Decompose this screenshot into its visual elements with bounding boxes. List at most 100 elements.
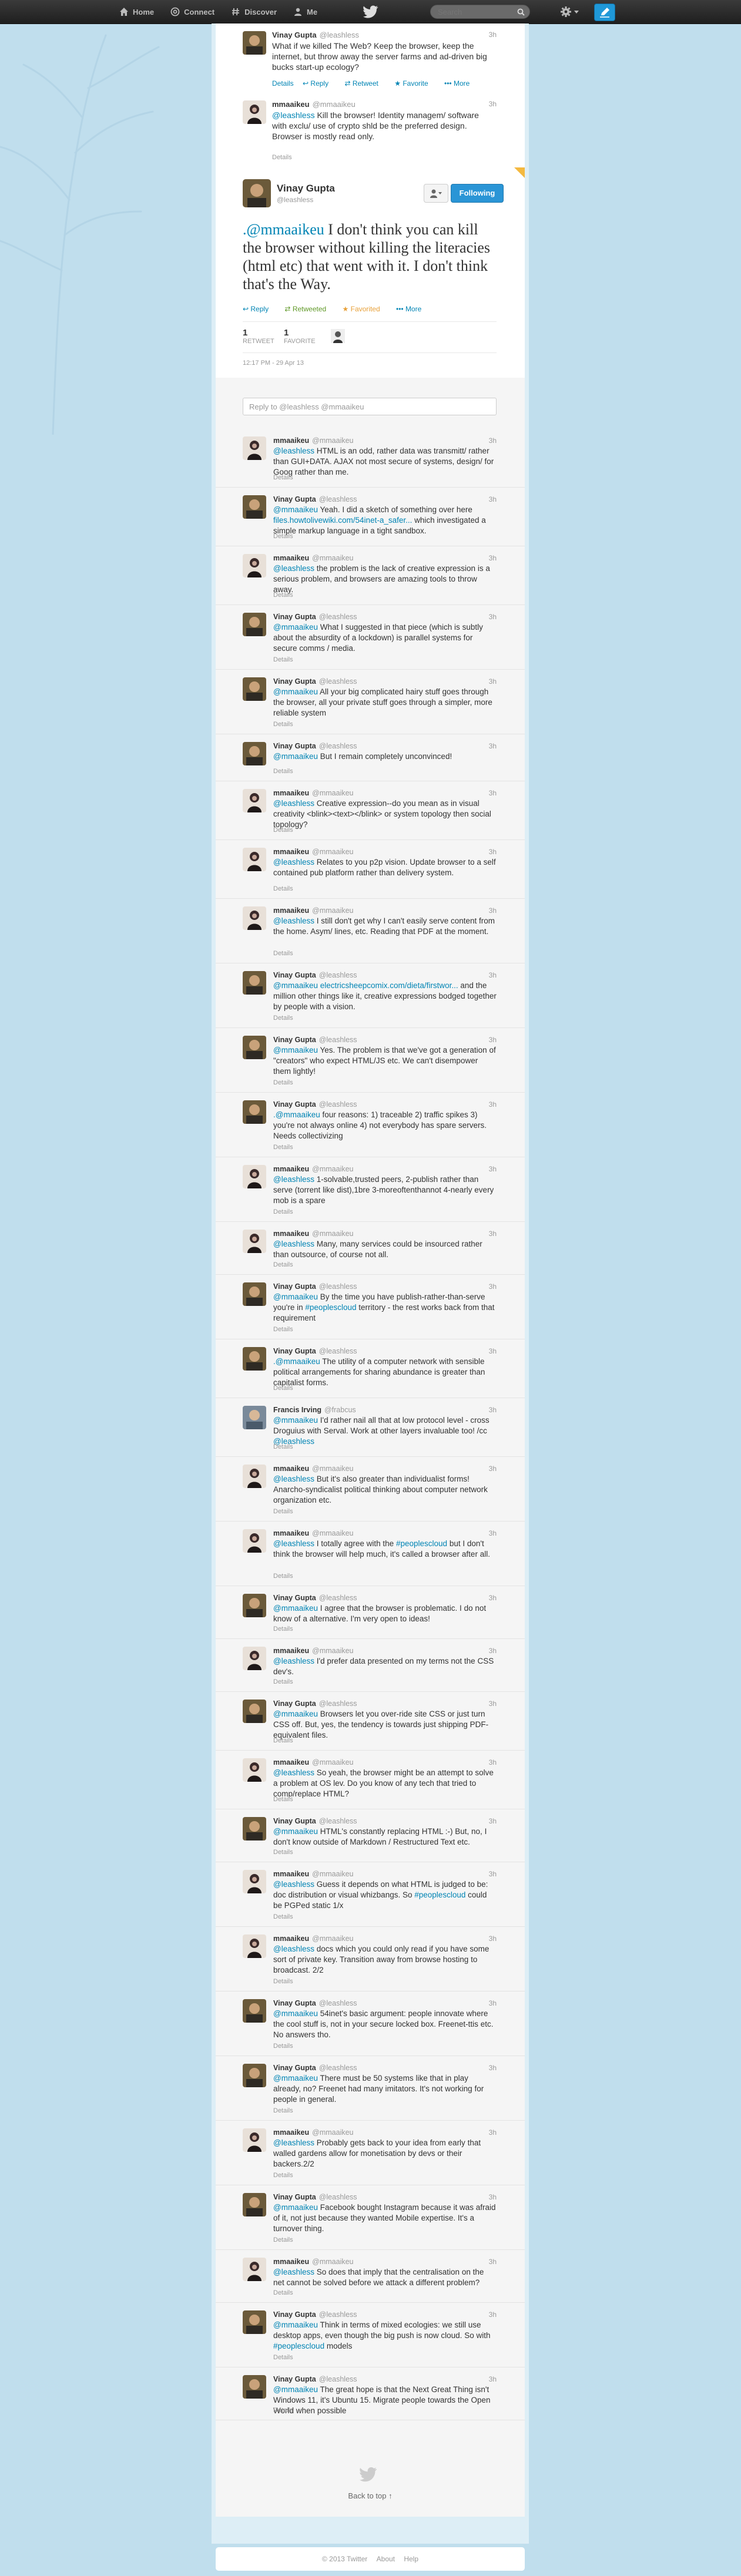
avatar[interactable] — [243, 848, 266, 871]
author-name[interactable]: Vinay Gupta — [273, 1036, 316, 1044]
author-username[interactable]: @leashless — [319, 495, 357, 503]
more-action[interactable]: ••• More — [444, 79, 477, 88]
details-link[interactable]: Details — [273, 2172, 293, 2179]
reply-tweet[interactable]: mmaaikeu @mmaaikeu 3h @leashless docs which… — [216, 1926, 525, 1991]
avatar[interactable] — [243, 2064, 266, 2087]
tweet-time[interactable]: 3h — [489, 789, 497, 797]
avatar[interactable] — [243, 179, 271, 207]
author-username[interactable]: @leashless — [319, 1999, 357, 2007]
reply-tweet[interactable]: mmaaikeu @mmaaikeu 3h @leashless I totally … — [216, 1521, 525, 1586]
avatar[interactable] — [243, 1999, 266, 2023]
avatar[interactable] — [243, 1465, 266, 1488]
reply-action[interactable]: ↩ Reply — [243, 305, 276, 313]
avatar[interactable] — [243, 613, 266, 636]
author-username[interactable]: @mmaaikeu — [312, 848, 353, 856]
tweet-time[interactable]: 3h — [489, 31, 497, 39]
compose-tweet-button[interactable] — [594, 4, 615, 21]
author-name[interactable]: Vinay Gupta — [273, 2064, 316, 2072]
reply-tweet[interactable]: Vinay Gupta @leashless 3h .@mmaaikeu four r… — [216, 1092, 525, 1157]
nav-connect[interactable]: Connect — [170, 7, 214, 16]
author-username[interactable]: @mmaaikeu — [312, 1647, 353, 1655]
author-name[interactable]: Vinay Gupta — [273, 742, 316, 750]
details-link[interactable]: Details — [272, 154, 292, 161]
reply-tweet[interactable]: mmaaikeu @mmaaikeu 3h @leashless I'd prefer… — [216, 1638, 525, 1692]
avatar[interactable] — [243, 1594, 266, 1617]
retweet-action[interactable]: ⇄ Retweeted — [284, 305, 333, 313]
author-username[interactable]: @leashless — [319, 971, 357, 979]
details-link[interactable]: Details — [273, 768, 293, 775]
author-username[interactable]: @mmaaikeu — [312, 1934, 353, 1943]
reply-tweet[interactable]: Vinay Gupta @leashless 3h @mmaaikeu But I r… — [216, 734, 525, 781]
author-name[interactable]: Francis Irving — [273, 1406, 321, 1414]
author-name[interactable]: mmaaikeu — [273, 2128, 309, 2137]
author-name[interactable]: Vinay Gupta — [273, 677, 316, 686]
author-name[interactable]: mmaaikeu — [273, 1934, 309, 1943]
favorite-count[interactable]: 1 FAVORITE — [284, 328, 316, 345]
reply-tweet[interactable]: Vinay Gupta @leashless 3h @mmaaikeu Think i… — [216, 2302, 525, 2367]
author-username[interactable]: @leashless — [319, 613, 357, 621]
author-name[interactable]: Vinay Gupta — [273, 495, 316, 503]
author-name[interactable]: mmaaikeu — [273, 1529, 309, 1537]
avatar[interactable] — [243, 677, 266, 701]
author-name[interactable]: mmaaikeu — [273, 1870, 309, 1878]
author-username[interactable]: @leashless — [320, 31, 359, 39]
author-username[interactable]: @leashless — [319, 2193, 357, 2201]
details-link[interactable]: Details — [273, 2107, 293, 2114]
reply-tweet[interactable]: Vinay Gupta @leashless 3h @mmaaikeu Faceboo… — [216, 2185, 525, 2250]
tweet-item[interactable]: Vinay Gupta @leashless 3h What if we kill… — [216, 23, 525, 93]
author-username[interactable]: @leashless — [319, 1100, 357, 1109]
reply-tweet[interactable]: mmaaikeu @mmaaikeu 3h @leashless Probably g… — [216, 2120, 525, 2185]
author-username[interactable]: @leashless — [319, 2064, 357, 2072]
tweet-time[interactable]: 3h — [489, 1870, 497, 1878]
tweet-time[interactable]: 3h — [489, 1165, 497, 1173]
avatar[interactable] — [243, 971, 266, 995]
details-link[interactable]: Details — [273, 1849, 293, 1856]
author-name[interactable]: mmaaikeu — [272, 100, 310, 109]
retweet-action[interactable]: ⇄ Retweet — [344, 79, 385, 88]
details-link[interactable]: Details — [273, 1737, 293, 1744]
author-username[interactable]: @mmaaikeu — [312, 1529, 353, 1537]
reply-tweet[interactable]: mmaaikeu @mmaaikeu 3h @leashless So does th… — [216, 2249, 525, 2303]
reply-tweet[interactable]: Vinay Gupta @leashless 3h @mmaaikeu HTML's … — [216, 1809, 525, 1862]
tweet-time[interactable]: 3h — [489, 1529, 497, 1537]
details-link[interactable]: Details — [273, 656, 293, 663]
author-username[interactable]: @mmaaikeu — [312, 1165, 353, 1173]
author-name[interactable]: mmaaikeu — [273, 2258, 309, 2266]
tweet-time[interactable]: 3h — [489, 2128, 497, 2137]
details-link[interactable]: Details — [273, 1678, 293, 1685]
details-link[interactable]: Details — [273, 2043, 293, 2050]
details-link[interactable]: Details — [273, 1079, 293, 1086]
reply-input[interactable]: Reply to @leashless @mmaaikeu — [243, 398, 497, 415]
tweet-time[interactable]: 3h — [489, 1230, 497, 1238]
author-name[interactable]: mmaaikeu — [273, 789, 309, 797]
tweet-time[interactable]: 3h — [489, 1036, 497, 1044]
reply-tweet[interactable]: Vinay Gupta @leashless 3h @mmaaikeu The gre… — [216, 2367, 525, 2420]
reply-tweet[interactable]: mmaaikeu @mmaaikeu 3h @leashless So yeah, t… — [216, 1750, 525, 1809]
author-name[interactable]: Vinay Gupta — [273, 1817, 316, 1825]
author-username[interactable]: @mmaaikeu — [312, 2258, 353, 2266]
author-username[interactable]: @mmaaikeu — [312, 2128, 353, 2137]
avatar[interactable] — [243, 1700, 266, 1723]
reply-tweet[interactable]: mmaaikeu @mmaaikeu 3h @leashless I still do… — [216, 898, 525, 963]
author-username[interactable]: @leashless — [319, 2375, 357, 2383]
avatar[interactable] — [243, 1934, 266, 1958]
details-link[interactable]: Details — [273, 533, 293, 540]
author-name[interactable]: Vinay Gupta — [273, 1594, 316, 1602]
tweet-time[interactable]: 3h — [489, 742, 497, 750]
author-name[interactable]: Vinay Gupta — [273, 2193, 316, 2201]
reply-tweet[interactable]: mmaaikeu @mmaaikeu 3h @leashless HTML is an… — [216, 428, 525, 488]
gear-icon[interactable] — [560, 6, 572, 18]
favoriter-avatar[interactable] — [331, 329, 345, 343]
details-link[interactable]: Details — [273, 1573, 293, 1580]
author-username[interactable]: @mmaaikeu — [312, 1230, 353, 1238]
reply-tweet[interactable]: Vinay Gupta @leashless 3h @mmaaikeu electri… — [216, 963, 525, 1028]
tweet-item[interactable]: mmaaikeu @mmaaikeu 3h @leashless Kill the… — [216, 93, 525, 168]
search-icon[interactable] — [517, 8, 525, 16]
tweet-timestamp[interactable]: 12:17 PM - 29 Apr 13 — [243, 360, 304, 367]
details-link[interactable]: Details — [273, 1261, 293, 1268]
reply-tweet[interactable]: mmaaikeu @mmaaikeu 3h @leashless Guess it d… — [216, 1862, 525, 1927]
reply-tweet[interactable]: mmaaikeu @mmaaikeu 3h @leashless Relates to… — [216, 839, 525, 899]
author-username[interactable]: @mmaaikeu — [312, 789, 353, 797]
details-link[interactable]: Details — [273, 950, 293, 957]
avatar[interactable] — [243, 1406, 266, 1429]
